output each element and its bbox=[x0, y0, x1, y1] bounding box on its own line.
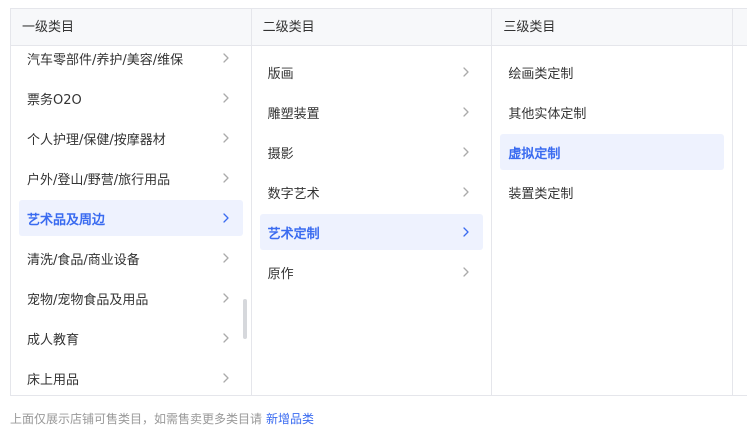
level3-column: 三级类目 绘画类定制其他实体定制 虚拟定制装置类定制 bbox=[492, 9, 734, 395]
level1-item[interactable]: 床上用品 bbox=[19, 360, 243, 395]
level2-item[interactable]: 艺术定制 bbox=[259, 214, 484, 250]
item-label: 版画 bbox=[267, 66, 294, 82]
item-label: 原作 bbox=[267, 266, 294, 282]
item-label: 装置类定制 bbox=[508, 186, 574, 202]
level1-item[interactable]: 宠物/宠物食品及用品 bbox=[19, 280, 243, 316]
chevron-right-icon bbox=[219, 291, 233, 305]
item-label: 绘画类定制 bbox=[508, 66, 574, 82]
level3-list: 绘画类定制其他实体定制 虚拟定制装置类定制 bbox=[492, 46, 732, 210]
item-label: 汽车零部件/养护/美容/维保 bbox=[27, 52, 184, 68]
chevron-right-icon bbox=[459, 265, 473, 279]
level2-item[interactable]: 版画 bbox=[260, 54, 484, 90]
level3-item[interactable]: 装置类定制 bbox=[500, 174, 724, 210]
footer-text: 上面仅展示店铺可售类目，如需售卖更多类目请 bbox=[10, 412, 263, 426]
level1-item[interactable]: 清洗/食品/商业设备 bbox=[19, 240, 243, 276]
level2-item[interactable]: 原作 bbox=[260, 254, 484, 290]
level2-header: 二级类目 bbox=[251, 9, 492, 46]
item-label: 艺术定制 bbox=[267, 226, 320, 242]
chevron-right-icon bbox=[459, 65, 473, 79]
chevron-right-icon bbox=[219, 371, 233, 385]
chevron-right-icon bbox=[459, 185, 473, 199]
chevron-right-icon bbox=[219, 251, 233, 265]
footer-note: 上面仅展示店铺可售类目，如需售卖更多类目请 新增品类 bbox=[10, 410, 314, 427]
level2-item[interactable]: 数字艺术 bbox=[260, 174, 484, 210]
level4-header bbox=[733, 9, 747, 46]
level1-column: 一级类目 汽车零部件/养护/美容/维保 票务O2O 个人护理/保健/按摩器材 户外/登… bbox=[11, 9, 252, 395]
item-label: 虚拟定制 bbox=[508, 146, 561, 162]
item-label: 宠物/宠物食品及用品 bbox=[27, 292, 149, 308]
level1-item[interactable]: 汽车零部件/养护/美容/维保 bbox=[19, 40, 243, 76]
level1-item[interactable]: 票务O2O bbox=[19, 80, 243, 116]
level2-item[interactable]: 摄影 bbox=[260, 134, 484, 170]
chevron-right-icon bbox=[459, 145, 473, 159]
item-label: 票务O2O bbox=[27, 92, 82, 108]
level1-list: 汽车零部件/养护/美容/维保 票务O2O 个人护理/保健/按摩器材 户外/登山/野营/… bbox=[11, 40, 251, 395]
level2-item[interactable]: 雕塑装置 bbox=[260, 94, 484, 130]
level4-column-edge bbox=[733, 9, 747, 395]
level2-list: 版画雕塑装置摄影数字艺术艺术定制原作 bbox=[252, 46, 492, 290]
item-label: 清洗/食品/商业设备 bbox=[27, 252, 140, 268]
item-label: 床上用品 bbox=[27, 372, 80, 388]
level1-item[interactable]: 艺术品及周边 bbox=[19, 200, 243, 236]
item-label: 摄影 bbox=[267, 146, 294, 162]
item-label: 成人教育 bbox=[27, 332, 80, 348]
category-cascader: 一级类目 汽车零部件/养护/美容/维保 票务O2O 个人护理/保健/按摩器材 户外/登… bbox=[10, 8, 747, 396]
chevron-right-icon bbox=[219, 51, 233, 65]
level3-item[interactable]: 绘画类定制 bbox=[500, 54, 724, 90]
level3-item[interactable]: 其他实体定制 bbox=[500, 94, 724, 130]
level1-item[interactable]: 成人教育 bbox=[19, 320, 243, 356]
add-category-link[interactable]: 新增品类 bbox=[266, 412, 314, 426]
chevron-right-icon bbox=[219, 211, 233, 225]
level1-item[interactable]: 户外/登山/野营/旅行用品 bbox=[19, 160, 243, 196]
chevron-right-icon bbox=[219, 131, 233, 145]
level1-scrollbar[interactable] bbox=[242, 299, 247, 339]
chevron-right-icon bbox=[219, 91, 233, 105]
chevron-right-icon bbox=[459, 225, 473, 239]
chevron-right-icon bbox=[459, 105, 473, 119]
item-label: 户外/登山/野营/旅行用品 bbox=[27, 172, 171, 188]
level2-column: 二级类目 版画雕塑装置摄影数字艺术艺术定制原作 bbox=[251, 9, 493, 395]
item-label: 艺术品及周边 bbox=[27, 212, 106, 228]
item-label: 雕塑装置 bbox=[267, 106, 320, 122]
item-label: 个人护理/保健/按摩器材 bbox=[27, 132, 166, 148]
item-label: 其他实体定制 bbox=[508, 106, 587, 122]
level1-item[interactable]: 个人护理/保健/按摩器材 bbox=[19, 120, 243, 156]
level3-item[interactable]: 虚拟定制 bbox=[500, 134, 725, 170]
chevron-right-icon bbox=[219, 171, 233, 185]
level3-header: 三级类目 bbox=[492, 9, 733, 46]
item-label: 数字艺术 bbox=[267, 186, 320, 202]
chevron-right-icon bbox=[219, 331, 233, 345]
